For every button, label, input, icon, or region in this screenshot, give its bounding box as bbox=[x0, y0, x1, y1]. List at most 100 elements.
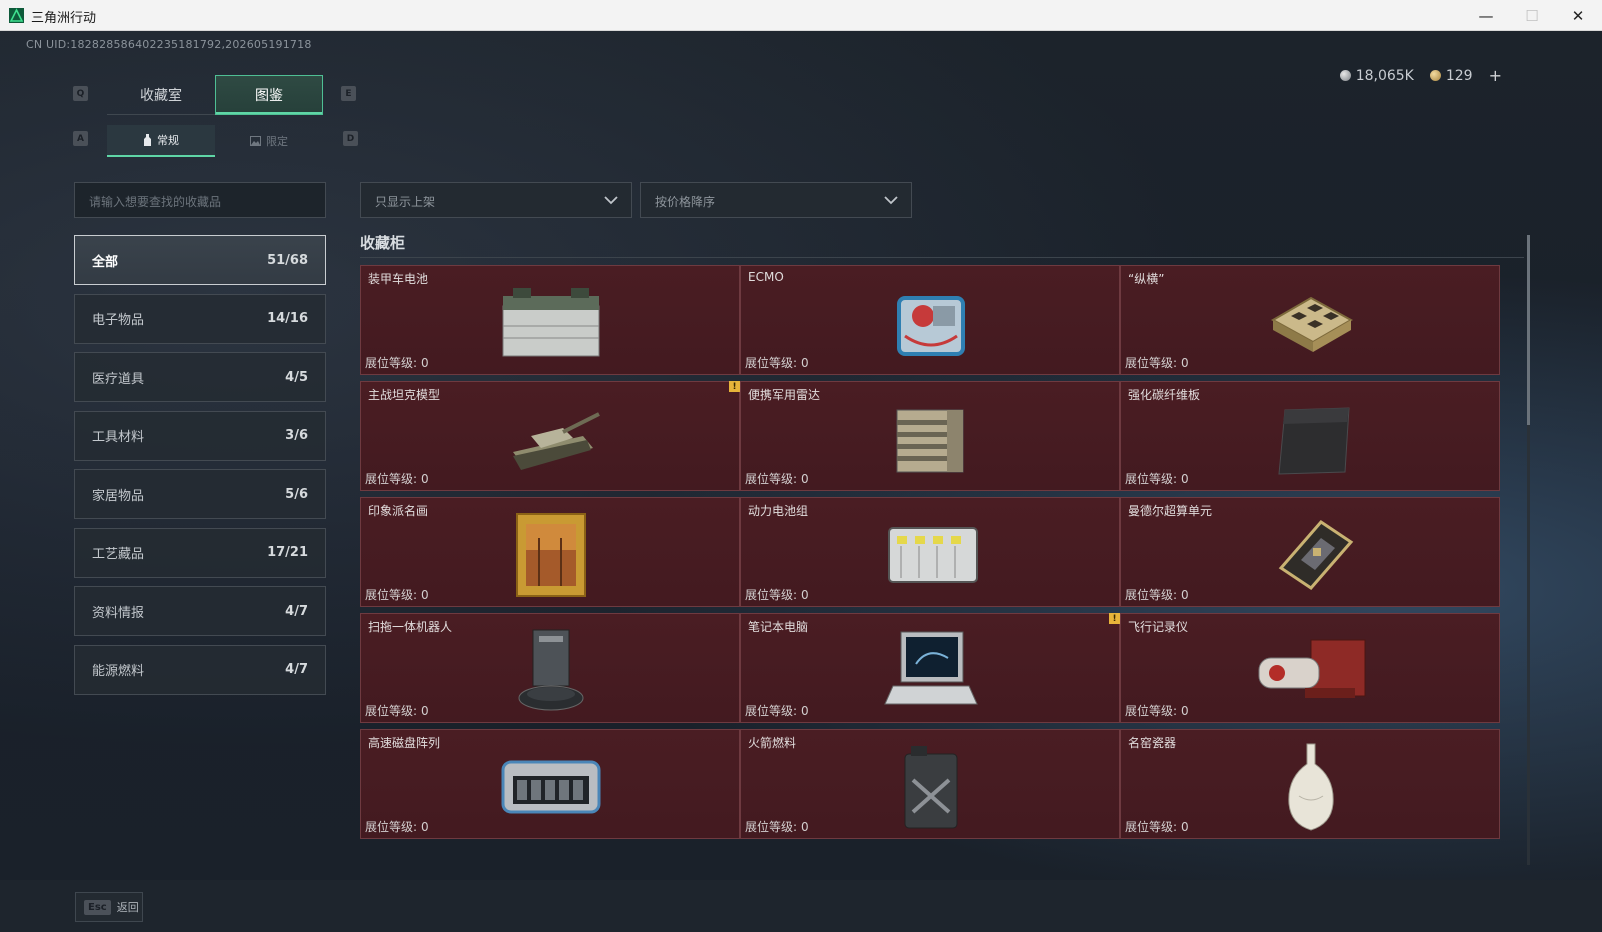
level-value: 0 bbox=[421, 820, 429, 834]
level-value: 0 bbox=[801, 588, 809, 602]
level-label: 展位等级: bbox=[745, 820, 798, 834]
painting-icon bbox=[516, 513, 586, 597]
category-item-household[interactable]: 家居物品 5/6 bbox=[74, 469, 326, 519]
level-value: 0 bbox=[801, 704, 809, 718]
app-logo-icon bbox=[9, 8, 24, 23]
subtab-limited-label: 限定 bbox=[266, 135, 288, 148]
item-name: 名窑瓷器 bbox=[1128, 736, 1177, 750]
category-label: 工具材料 bbox=[92, 430, 145, 445]
tab-collection-room[interactable]: 收藏室 bbox=[107, 75, 215, 115]
level-value: 0 bbox=[1181, 356, 1189, 370]
collection-card[interactable]: 便携军用雷达 展位等级: 0 bbox=[740, 381, 1120, 491]
radar-icon bbox=[896, 409, 964, 473]
level-row: 展位等级: 0 bbox=[365, 702, 429, 719]
add-currency-button[interactable]: + bbox=[1489, 66, 1502, 85]
battery-pack-icon bbox=[888, 527, 978, 583]
level-value: 0 bbox=[801, 820, 809, 834]
level-value: 0 bbox=[1181, 704, 1189, 718]
bottom-bar: Esc 返回 bbox=[0, 880, 1602, 932]
collection-card[interactable]: 高速磁盘阵列 展位等级: 0 bbox=[360, 729, 740, 839]
category-count: 3/6 bbox=[285, 428, 308, 443]
level-label: 展位等级: bbox=[1125, 820, 1178, 834]
item-name: ECMO bbox=[748, 270, 784, 284]
level-value: 0 bbox=[421, 588, 429, 602]
subtab-limited[interactable]: 限定 bbox=[215, 125, 323, 157]
level-value: 0 bbox=[1181, 588, 1189, 602]
minimize-button[interactable]: — bbox=[1463, 0, 1509, 31]
shelf-filter-value: 只显示上架 bbox=[375, 195, 436, 209]
category-label: 电子物品 bbox=[92, 313, 145, 328]
gold-currency: 129 bbox=[1429, 68, 1473, 84]
item-name: 笔记本电脑 bbox=[748, 620, 809, 634]
level-row: 展位等级: 0 bbox=[365, 470, 429, 487]
key-hint-e: E bbox=[341, 86, 356, 101]
level-row: 展位等级: 0 bbox=[1125, 702, 1189, 719]
category-count: 4/7 bbox=[285, 603, 308, 619]
level-value: 0 bbox=[801, 356, 809, 370]
category-item-crafts[interactable]: 工艺藏品 17/21 bbox=[74, 527, 326, 578]
level-row: 展位等级: 0 bbox=[1125, 586, 1189, 603]
category-item-all[interactable]: 全部 51/68 bbox=[74, 235, 326, 285]
tank-model-icon bbox=[513, 412, 600, 470]
category-item-intel[interactable]: 资料情报 4/7 bbox=[74, 586, 326, 636]
collection-card[interactable]: 曼德尔超算单元 展位等级: 0 bbox=[1120, 497, 1500, 607]
search-input[interactable]: 请输入想要查找的收藏品 bbox=[74, 182, 326, 218]
collection-card[interactable]: 飞行记录仪 展位等级: 0 bbox=[1120, 613, 1500, 723]
collection-card[interactable]: ECMO 展位等级: 0 bbox=[740, 265, 1120, 375]
category-item-electronics[interactable]: 电子物品 14/16 bbox=[74, 293, 326, 344]
level-label: 展位等级: bbox=[745, 588, 798, 602]
category-count: 14/16 bbox=[267, 311, 308, 326]
sub-tabs: 常规 限定 bbox=[107, 125, 323, 157]
item-name: 扫拖一体机器人 bbox=[368, 620, 453, 634]
collection-card[interactable]: 名窑瓷器 展位等级: 0 bbox=[1120, 729, 1500, 839]
collection-card[interactable]: 笔记本电脑 ! 展位等级: 0 bbox=[740, 613, 1120, 723]
supercomputer-unit-icon bbox=[1278, 520, 1354, 590]
collection-grid: 装甲车电池 展位等级: 0 ECMO 展位等级: 0 “纵横” 展位等级: 0 … bbox=[360, 265, 1520, 879]
tab-catalog[interactable]: 图鉴 bbox=[215, 75, 323, 115]
level-label: 展位等级: bbox=[365, 704, 418, 718]
close-button[interactable]: ✕ bbox=[1555, 0, 1601, 31]
category-count: 4/5 bbox=[285, 369, 308, 385]
window-titlebar: 三角洲行动 — ☐ ✕ bbox=[0, 0, 1602, 31]
level-label: 展位等级: bbox=[1125, 472, 1178, 486]
subtab-regular-label: 常规 bbox=[157, 134, 179, 147]
item-name: 动力电池组 bbox=[748, 504, 809, 518]
level-row: 展位等级: 0 bbox=[365, 354, 429, 371]
robot-vacuum-icon bbox=[518, 629, 584, 711]
battery-icon bbox=[502, 288, 600, 357]
category-label: 家居物品 bbox=[92, 488, 145, 504]
category-item-medical[interactable]: 医疗道具 4/5 bbox=[74, 352, 326, 402]
item-name: 装甲车电池 bbox=[368, 272, 429, 286]
category-label: 能源燃料 bbox=[92, 664, 145, 679]
collection-card[interactable]: 扫拖一体机器人 展位等级: 0 bbox=[360, 613, 740, 723]
collection-card[interactable]: 强化碳纤维板 展位等级: 0 bbox=[1120, 381, 1500, 491]
collection-card[interactable]: “纵横” 展位等级: 0 bbox=[1120, 265, 1500, 375]
collection-card[interactable]: 装甲车电池 展位等级: 0 bbox=[360, 265, 740, 375]
sort-dropdown[interactable]: 按价格降序 bbox=[640, 182, 912, 218]
silver-currency: 18,065K bbox=[1339, 68, 1414, 84]
collection-card[interactable]: 动力电池组 展位等级: 0 bbox=[740, 497, 1120, 607]
category-item-energy[interactable]: 能源燃料 4/7 bbox=[74, 644, 326, 695]
chevron-down-icon bbox=[884, 196, 898, 205]
window-title: 三角洲行动 bbox=[31, 11, 97, 26]
currency-bar: 18,065K 129 + bbox=[1339, 66, 1502, 85]
category-label: 医疗道具 bbox=[92, 371, 145, 387]
grid-scrollbar-thumb[interactable] bbox=[1527, 235, 1530, 425]
level-value: 0 bbox=[801, 472, 809, 486]
collection-card[interactable]: 主战坦克模型 ! 展位等级: 0 bbox=[360, 381, 740, 491]
level-row: 展位等级: 0 bbox=[365, 818, 429, 835]
collection-card[interactable]: 印象派名画 展位等级: 0 bbox=[360, 497, 740, 607]
category-count: 51/68 bbox=[267, 252, 308, 268]
collection-card[interactable]: 火箭燃料 展位等级: 0 bbox=[740, 729, 1120, 839]
item-name: 飞行记录仪 bbox=[1128, 620, 1189, 634]
esc-key-hint: Esc bbox=[84, 899, 111, 915]
maximize-button[interactable]: ☐ bbox=[1509, 0, 1555, 31]
chessboard-icon bbox=[1270, 296, 1354, 352]
shelf-filter-dropdown[interactable]: 只显示上架 bbox=[360, 182, 632, 218]
back-button[interactable]: Esc 返回 bbox=[75, 892, 143, 922]
subtab-regular[interactable]: 常规 bbox=[107, 125, 215, 157]
category-list: 全部 51/68 电子物品 14/16 医疗道具 4/5 工具材料 3/6 家居物品 5/… bbox=[74, 235, 326, 703]
category-item-tools[interactable]: 工具材料 3/6 bbox=[74, 410, 326, 461]
item-name: 高速磁盘阵列 bbox=[368, 736, 441, 750]
item-name: 火箭燃料 bbox=[748, 736, 797, 750]
